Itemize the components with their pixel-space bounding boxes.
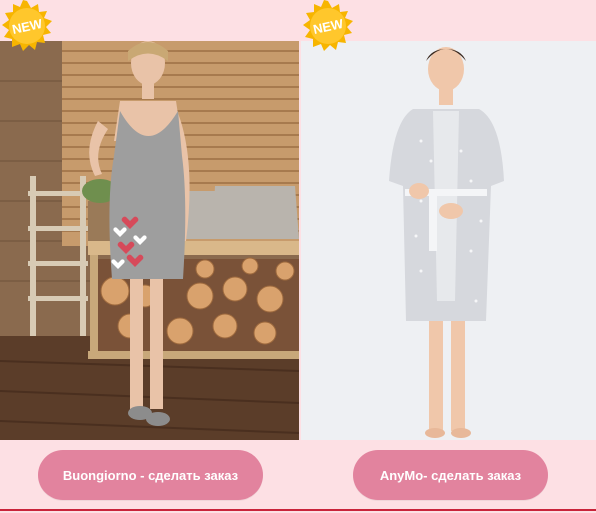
- product-gallery: [0, 41, 596, 440]
- nightgown-photo: [0, 41, 299, 440]
- robe-photo: [301, 41, 596, 440]
- new-badge-icon: NEW: [302, 0, 354, 52]
- order-buongiorno-button[interactable]: Buongiorno - сделать заказ: [38, 450, 263, 500]
- bottom-divider: [0, 509, 596, 511]
- order-anymo-button[interactable]: AnyMo- сделать заказ: [353, 450, 548, 500]
- new-badge-icon: NEW: [1, 0, 53, 52]
- product-photo-anymo[interactable]: [301, 41, 596, 440]
- product-photo-buongiorno[interactable]: [0, 41, 299, 440]
